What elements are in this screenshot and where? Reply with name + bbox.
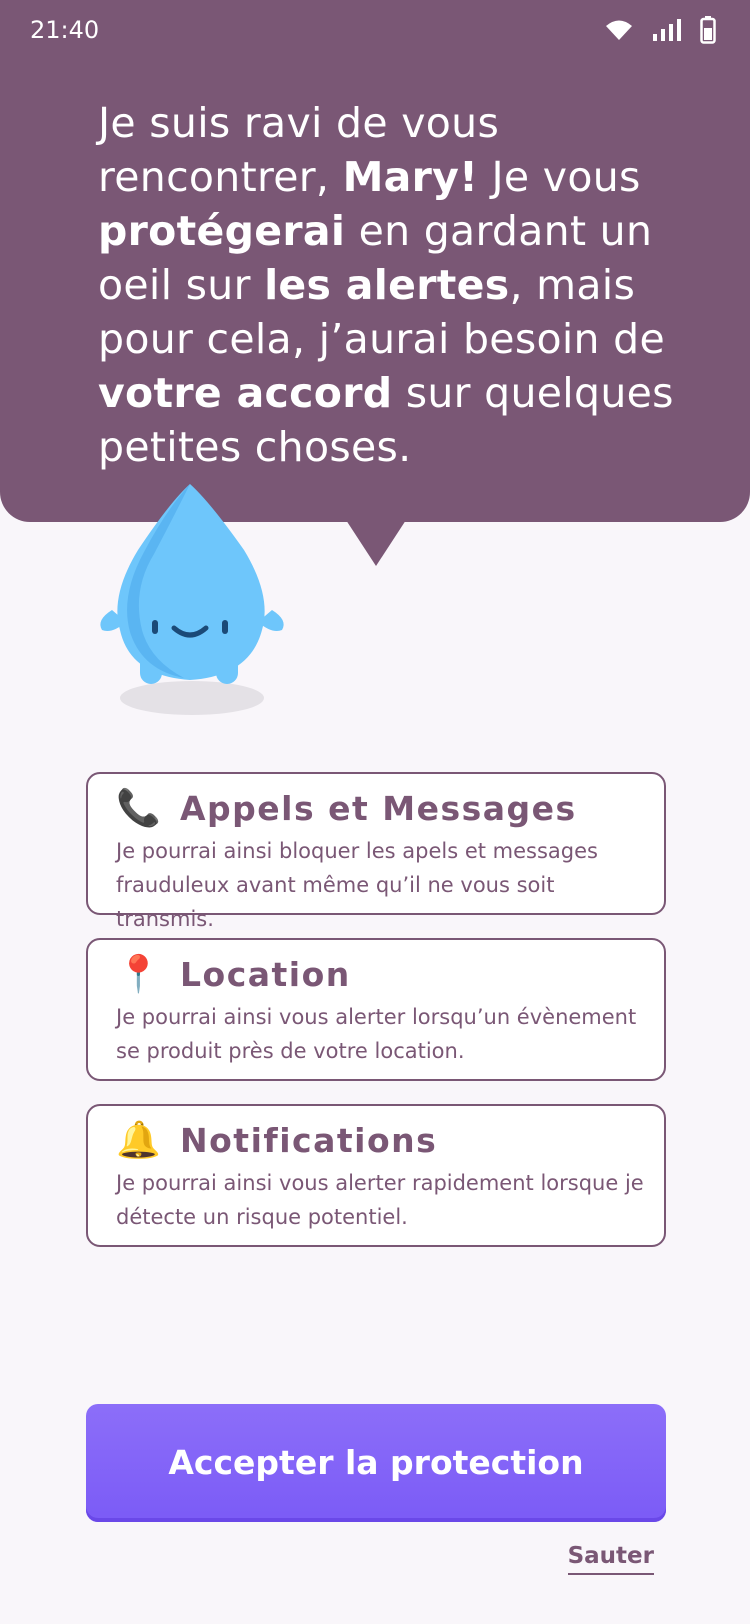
bell-icon: 🔔 — [116, 1119, 161, 1160]
speech-emphasis: votre accord — [98, 369, 393, 417]
permission-card-calls[interactable]: 📞 Appels et Messages Je pourrai ainsi bl… — [86, 772, 666, 931]
permission-card-location[interactable]: 📍 Location Je pourrai ainsi vous alerter… — [86, 938, 666, 1081]
skip-link[interactable]: Sauter — [567, 1543, 654, 1575]
speech-emphasis: protégerai — [98, 207, 346, 255]
status-bar: 21:40 — [0, 0, 750, 60]
permission-description: Je pourrai ainsi bloquer les apels et me… — [116, 839, 598, 931]
speech-emphasis: Mary! — [342, 153, 479, 201]
battery-icon — [700, 16, 716, 44]
permission-title: Location — [180, 955, 351, 994]
permission-title: Notifications — [180, 1121, 438, 1160]
permission-description: Je pourrai ainsi vous alerter lorsqu’un … — [116, 1005, 637, 1063]
speech-emphasis: les alertes — [264, 261, 510, 309]
permission-description: Je pourrai ainsi vous alerter rapidement… — [116, 1171, 644, 1229]
water-drop-mascot — [100, 484, 284, 715]
pin-icon: 📍 — [116, 953, 161, 994]
signal-icon — [653, 19, 681, 41]
permission-title: Appels et Messages — [180, 789, 577, 828]
status-icons — [604, 16, 716, 44]
speech-text: Je vous — [478, 153, 641, 201]
speech-bubble-tail — [346, 520, 406, 566]
permission-card-notifications[interactable]: 🔔 Notifications Je pourrai ainsi vous al… — [86, 1104, 666, 1247]
accept-protection-button[interactable]: Accepter la protection — [86, 1404, 666, 1522]
status-time: 21:40 — [30, 16, 100, 44]
welcome-message: Je suis ravi de vous rencontrer, Mary! J… — [98, 96, 698, 474]
phone-icon: 📞 — [116, 787, 161, 828]
wifi-icon — [606, 20, 632, 40]
